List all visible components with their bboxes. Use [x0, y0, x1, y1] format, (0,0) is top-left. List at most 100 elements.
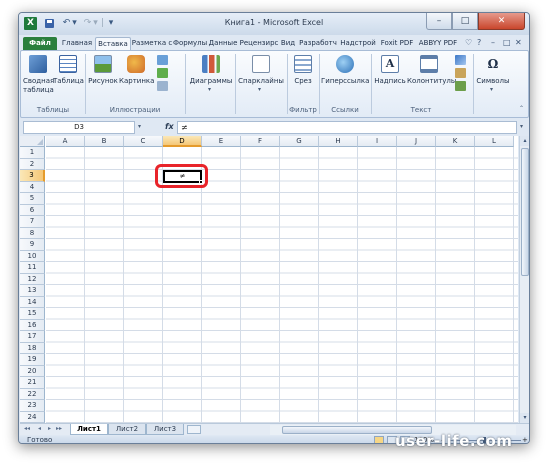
sparklines-button[interactable]: Спарклайны ▾	[237, 53, 285, 103]
tab-foxit-pdf[interactable]: Foxit PDF	[377, 37, 417, 50]
close-button[interactable]: ✕	[478, 13, 525, 30]
row-header-16[interactable]: 16	[20, 319, 45, 331]
scroll-down-icon[interactable]: ▾	[520, 413, 529, 423]
smartart-icon[interactable]	[157, 68, 168, 78]
table-button[interactable]: Таблица	[53, 53, 84, 103]
table-icon	[59, 55, 77, 73]
column-header-j[interactable]: J	[397, 136, 436, 147]
signature-line-icon[interactable]	[455, 68, 466, 78]
slicer-button[interactable]: Срез	[289, 53, 317, 103]
tab-data[interactable]: Данные	[207, 37, 239, 50]
formula-expand-icon[interactable]: ▾	[520, 123, 523, 130]
last-sheet-icon[interactable]: ▸▸	[56, 425, 62, 432]
row-header-2[interactable]: 2	[20, 158, 45, 170]
insert-function-icon[interactable]: fx	[165, 122, 174, 131]
pivot-table-button[interactable]: Сводная таблица	[23, 53, 54, 103]
row-header-12[interactable]: 12	[20, 273, 45, 285]
row-header-14[interactable]: 14	[20, 296, 45, 308]
column-header-c[interactable]: C	[124, 136, 163, 147]
formula-input[interactable]: ≠	[177, 121, 517, 134]
row-header-1[interactable]: 1	[20, 147, 45, 159]
name-box[interactable]: D3	[23, 121, 135, 134]
help-icon[interactable]: ?	[477, 38, 481, 48]
charts-button[interactable]: Диаграммы ▾	[189, 53, 233, 103]
sheet-tab-2[interactable]: Лист2	[108, 424, 146, 435]
symbols-button[interactable]: Ω Символы ▾	[475, 53, 511, 103]
picture-button[interactable]: Рисунок	[87, 53, 119, 103]
name-box-dropdown-icon[interactable]: ▾	[138, 123, 141, 130]
row-header-8[interactable]: 8	[20, 227, 45, 239]
row-header-13[interactable]: 13	[20, 285, 45, 297]
insert-sheet-icon[interactable]	[187, 425, 201, 434]
vertical-scrollbar[interactable]: ▴ ▾	[519, 136, 529, 423]
favorite-icon[interactable]: ♡	[465, 38, 472, 48]
screenshot-icon[interactable]	[157, 81, 168, 91]
scroll-up-icon[interactable]: ▴	[520, 136, 529, 146]
workbook-restore-icon[interactable]: □	[503, 38, 511, 48]
next-sheet-icon[interactable]: ▸	[48, 425, 51, 432]
row-header-4[interactable]: 4	[20, 181, 45, 193]
workbook-minimize-icon[interactable]: –	[491, 38, 495, 48]
sheet-tab-3[interactable]: Лист3	[146, 424, 184, 435]
tab-abbyy-pdf[interactable]: ABBYY PDF	[417, 37, 459, 50]
column-header-e[interactable]: E	[202, 136, 241, 147]
clipart-button[interactable]: Картинка	[119, 53, 155, 103]
pivot-table-icon	[29, 55, 47, 73]
textbox-button[interactable]: A Надпись	[373, 53, 407, 103]
clipart-label: Картинка	[119, 77, 155, 85]
column-header-f[interactable]: F	[241, 136, 280, 147]
object-icon[interactable]	[455, 81, 466, 91]
row-header-7[interactable]: 7	[20, 216, 45, 228]
maximize-button[interactable]: □	[452, 13, 478, 30]
prev-sheet-icon[interactable]: ◂	[38, 425, 41, 432]
sheet-tab-1[interactable]: Лист1	[70, 424, 108, 435]
column-header-k[interactable]: K	[436, 136, 475, 147]
row-header-19[interactable]: 19	[20, 354, 45, 366]
tab-file[interactable]: Файл	[23, 37, 57, 50]
row-header-23[interactable]: 23	[20, 400, 45, 412]
column-header-h[interactable]: H	[319, 136, 358, 147]
row-header-17[interactable]: 17	[20, 331, 45, 343]
row-header-24[interactable]: 24	[20, 411, 45, 423]
column-header-d[interactable]: D	[163, 136, 202, 147]
workbook-close-icon[interactable]: ✕	[515, 38, 522, 48]
row-header-21[interactable]: 21	[20, 377, 45, 389]
tab-review[interactable]: Рецензирс	[239, 37, 279, 50]
column-header-a[interactable]: A	[46, 136, 85, 147]
row-header-9[interactable]: 9	[20, 239, 45, 251]
tab-insert[interactable]: Вставка	[95, 37, 131, 50]
table-label: Таблица	[53, 77, 84, 85]
column-header-b[interactable]: B	[85, 136, 124, 147]
row-header-20[interactable]: 20	[20, 365, 45, 377]
first-sheet-icon[interactable]: ◂◂	[24, 425, 30, 432]
minimize-button[interactable]: –	[426, 13, 452, 30]
row-header-22[interactable]: 22	[20, 388, 45, 400]
row-header-10[interactable]: 10	[20, 250, 45, 262]
cell-area[interactable]	[46, 147, 518, 423]
column-header-l[interactable]: L	[475, 136, 514, 147]
row-header-15[interactable]: 15	[20, 308, 45, 320]
column-header-i[interactable]: I	[358, 136, 397, 147]
tab-view[interactable]: Вид	[279, 37, 297, 50]
tab-home[interactable]: Главная	[59, 37, 95, 50]
zoom-in-icon[interactable]: +	[522, 436, 528, 443]
wordart-icon[interactable]	[455, 55, 466, 65]
select-all-button[interactable]	[20, 136, 45, 147]
hyperlink-button[interactable]: Гиперссылка	[321, 53, 369, 103]
tab-addins[interactable]: Надстрой	[339, 37, 377, 50]
row-header-11[interactable]: 11	[20, 262, 45, 274]
normal-view-button[interactable]	[374, 436, 384, 443]
tab-developer[interactable]: Разработч	[298, 37, 338, 50]
tab-formulas[interactable]: Формулы	[173, 37, 207, 50]
vertical-scroll-thumb[interactable]	[521, 148, 529, 276]
ribbon-collapse-icon[interactable]: ⌃	[519, 105, 524, 112]
row-header-6[interactable]: 6	[20, 204, 45, 216]
header-footer-button[interactable]: Колонтитулы	[407, 53, 456, 103]
tab-page-layout[interactable]: Разметка с	[131, 37, 173, 50]
row-header-5[interactable]: 5	[20, 193, 45, 205]
column-header-g[interactable]: G	[280, 136, 319, 147]
shapes-icon[interactable]	[157, 55, 168, 65]
row-header-18[interactable]: 18	[20, 342, 45, 354]
row-header-3[interactable]: 3	[20, 170, 45, 182]
group-label-tables: Таблицы	[36, 106, 70, 114]
